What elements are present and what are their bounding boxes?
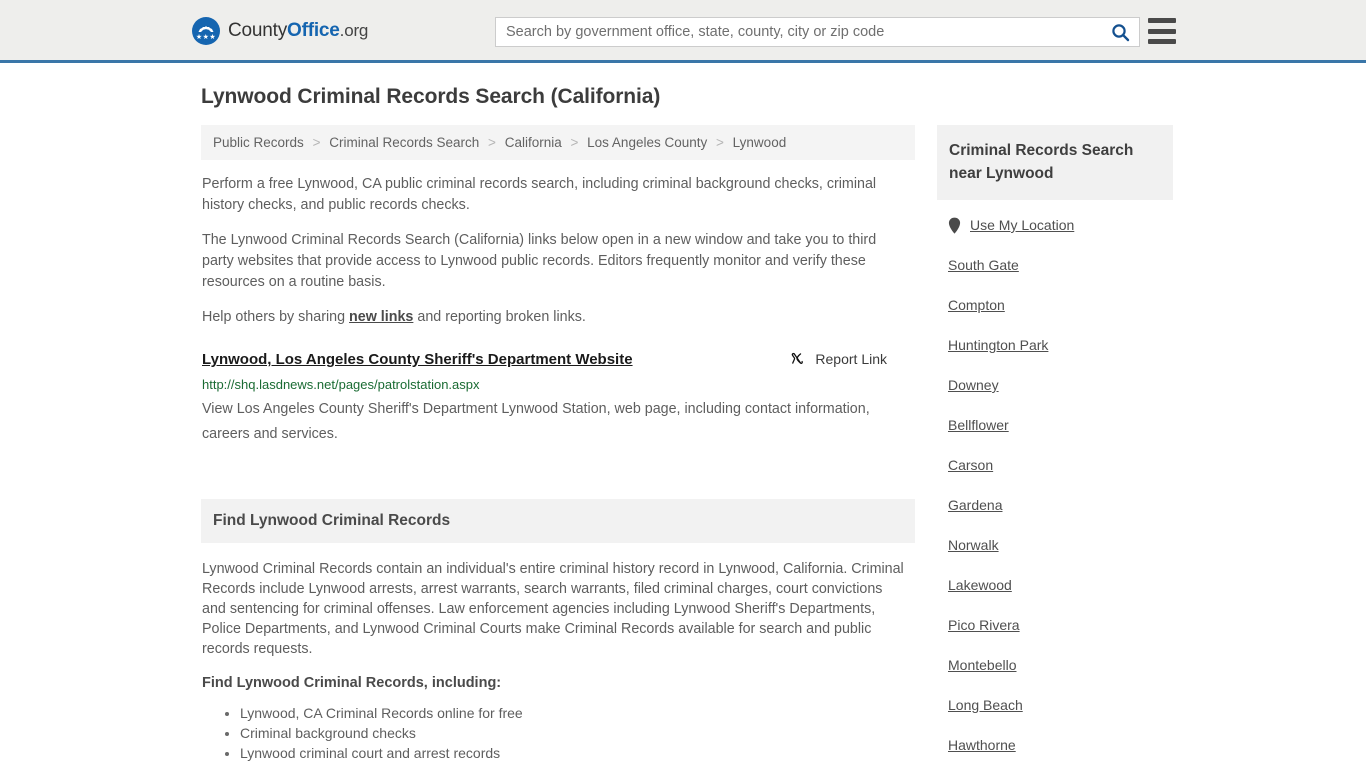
breadcrumb-separator: >	[312, 135, 321, 150]
result-header-row: Lynwood, Los Angeles County Sheriff's De…	[202, 350, 915, 370]
result-title-link[interactable]: Lynwood, Los Angeles County Sheriff's De…	[202, 350, 633, 370]
search-input[interactable]	[496, 18, 1101, 46]
search-button[interactable]	[1101, 18, 1139, 46]
breadcrumb: Public Records > Criminal Records Search…	[201, 125, 915, 160]
section-list-heading: Find Lynwood Criminal Records, including…	[202, 675, 502, 691]
section-heading: Find Lynwood Criminal Records	[201, 499, 915, 543]
main-column: Public Records > Criminal Records Search…	[193, 125, 915, 768]
site-header: ★★★ CountyOffice.org	[0, 0, 1366, 63]
list-item: Lynwood criminal court and arrest record…	[240, 743, 909, 763]
sidebar: Criminal Records Search near Lynwood Use…	[937, 125, 1173, 768]
list-item: Lynwood, CA Criminal Records online for …	[240, 703, 909, 723]
intro-paragraph-2: The Lynwood Criminal Records Search (Cal…	[202, 232, 877, 290]
city-link[interactable]: Norwalk	[948, 536, 999, 554]
hamburger-bar-1	[1148, 18, 1176, 23]
city-link[interactable]: Carson	[948, 456, 993, 474]
sidebar-heading: Criminal Records Search near Lynwood	[937, 125, 1173, 200]
sidebar-item-norwalk[interactable]: Norwalk	[948, 536, 1173, 554]
search-icon	[1111, 23, 1129, 41]
intro-paragraph-1: Perform a free Lynwood, CA public crimin…	[202, 176, 877, 213]
city-link[interactable]: Downey	[948, 376, 999, 394]
section-paragraph: Lynwood Criminal Records contain an indi…	[202, 561, 904, 657]
page-title: Lynwood Criminal Records Search (Califor…	[201, 85, 661, 108]
sidebar-item-compton[interactable]: Compton	[948, 296, 1173, 314]
city-link[interactable]: Lakewood	[948, 576, 1012, 594]
sidebar-item-pico-rivera[interactable]: Pico Rivera	[948, 616, 1173, 634]
result-entry: Lynwood, Los Angeles County Sheriff's De…	[201, 338, 915, 447]
breadcrumb-item-los-angeles-county[interactable]: Los Angeles County	[587, 135, 707, 150]
brand-part-office: Office	[287, 20, 340, 41]
sidebar-item-use-my-location[interactable]: Use My Location	[948, 216, 1173, 234]
eagle-shield-logo-icon: ★★★	[192, 17, 220, 45]
broken-link-icon	[792, 352, 804, 364]
site-logo[interactable]: ★★★ CountyOffice.org	[192, 17, 368, 45]
use-my-location-link[interactable]: Use My Location	[970, 216, 1074, 234]
content-container: Lynwood Criminal Records Search (Califor…	[193, 63, 1173, 768]
sidebar-item-hawthorne[interactable]: Hawthorne	[948, 736, 1173, 754]
result-description: View Los Angeles County Sheriff's Depart…	[202, 401, 870, 442]
city-link[interactable]: Montebello	[948, 656, 1017, 674]
report-link-label: Report Link	[815, 350, 887, 367]
result-url[interactable]: http://shq.lasdnews.net/pages/patrolstat…	[202, 376, 915, 393]
sidebar-nearby-list: Use My Location South Gate Compton Hunti…	[937, 200, 1173, 768]
report-link-button[interactable]: Report Link	[789, 350, 915, 367]
brand-wordmark: CountyOffice.org	[228, 20, 368, 42]
hamburger-menu-button[interactable]	[1148, 18, 1176, 44]
list-item: Criminal background checks	[240, 723, 909, 743]
breadcrumb-item-public-records[interactable]: Public Records	[213, 135, 304, 150]
list-item: Police, Sheriff and Law Enforcement reco…	[240, 763, 909, 768]
city-link[interactable]: Bellflower	[948, 416, 1009, 434]
sidebar-item-huntington-park[interactable]: Huntington Park	[948, 336, 1173, 354]
breadcrumb-item-california[interactable]: California	[505, 135, 562, 150]
breadcrumb-separator: >	[570, 135, 579, 150]
city-link[interactable]: Hawthorne	[948, 736, 1016, 754]
share-text-after: and reporting broken links.	[413, 309, 586, 325]
sidebar-item-gardena[interactable]: Gardena	[948, 496, 1173, 514]
city-link[interactable]: Gardena	[948, 496, 1002, 514]
sidebar-item-south-gate[interactable]: South Gate	[948, 256, 1173, 274]
hamburger-bar-2	[1148, 28, 1176, 34]
city-link[interactable]: Huntington Park	[948, 336, 1048, 354]
intro-paragraph-3: Help others by sharing new links and rep…	[202, 307, 909, 328]
section-body: Lynwood Criminal Records contain an indi…	[201, 543, 915, 768]
city-link[interactable]: South Gate	[948, 256, 1019, 274]
sidebar-item-lakewood[interactable]: Lakewood	[948, 576, 1173, 594]
breadcrumb-separator: >	[488, 135, 496, 150]
search-bar	[495, 17, 1140, 47]
sidebar-item-long-beach[interactable]: Long Beach	[948, 696, 1173, 714]
content-layout: Public Records > Criminal Records Search…	[193, 125, 1173, 768]
sidebar-item-montebello[interactable]: Montebello	[948, 656, 1173, 674]
page-body: Lynwood Criminal Records Search (Califor…	[0, 63, 1366, 768]
breadcrumb-item-criminal-records-search[interactable]: Criminal Records Search	[329, 135, 479, 150]
section-list: Lynwood, CA Criminal Records online for …	[202, 703, 909, 768]
brand-part-tld: .org	[339, 21, 369, 40]
brand-part-county: County	[228, 20, 288, 41]
breadcrumb-item-lynwood[interactable]: Lynwood	[733, 135, 787, 150]
sidebar-item-bellflower[interactable]: Bellflower	[948, 416, 1173, 434]
share-text-before: Help others by sharing	[202, 309, 350, 325]
find-records-section: Find Lynwood Criminal Records Lynwood Cr…	[201, 499, 915, 768]
sidebar-item-downey[interactable]: Downey	[948, 376, 1173, 394]
map-pin-icon	[948, 217, 961, 234]
city-link[interactable]: Long Beach	[948, 696, 1023, 714]
breadcrumb-separator: >	[716, 135, 724, 150]
sidebar-item-carson[interactable]: Carson	[948, 456, 1173, 474]
city-link[interactable]: Compton	[948, 296, 1005, 314]
city-link[interactable]: Pico Rivera	[948, 616, 1020, 634]
hamburger-bar-3	[1148, 39, 1176, 44]
new-links-link[interactable]: new links	[349, 309, 413, 325]
intro-section: Perform a free Lynwood, CA public crimin…	[201, 160, 915, 328]
